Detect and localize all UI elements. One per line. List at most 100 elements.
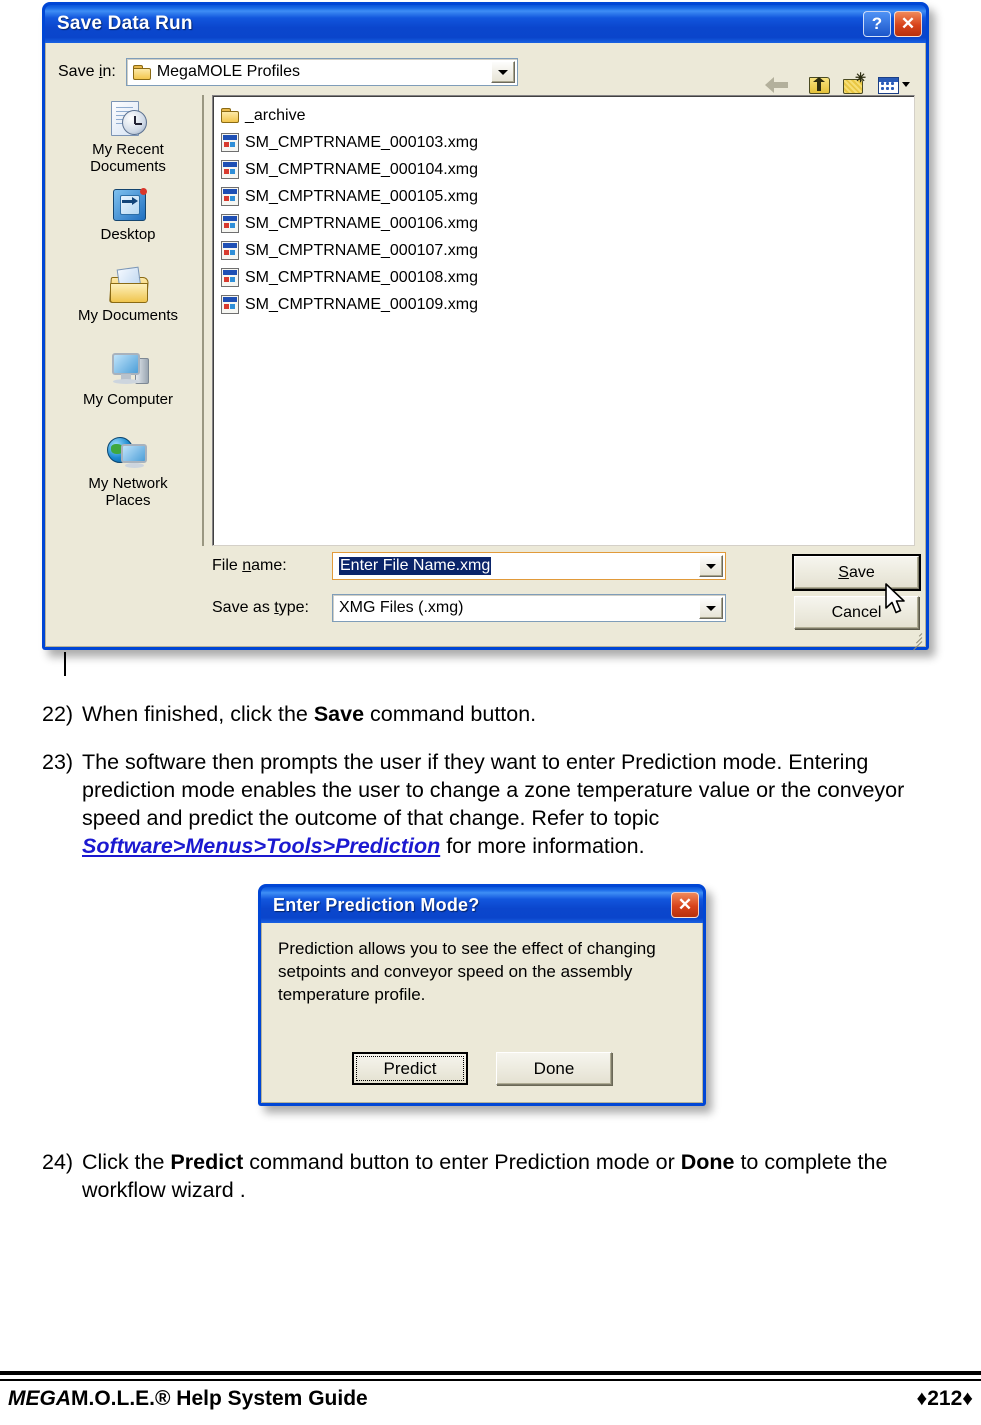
- footer-brand-italic: MEGA: [8, 1387, 71, 1410]
- folder-icon: [221, 108, 239, 123]
- list-item[interactable]: _archive: [217, 102, 910, 129]
- mouse-cursor: [885, 583, 905, 614]
- close-icon[interactable]: ✕: [671, 892, 699, 918]
- up-one-level-icon[interactable]: [807, 73, 833, 97]
- desktop-icon: [105, 184, 151, 226]
- step-24: 24) Click the Predict command button to …: [42, 1148, 972, 1204]
- save-dialog-titlebar[interactable]: Save Data Run ? ✕: [45, 5, 926, 43]
- predict-dialog-title: Enter Prediction Mode?: [273, 894, 480, 915]
- place-label-line2: Documents: [90, 157, 166, 175]
- recent-documents-icon: [105, 99, 151, 141]
- save-button-rest: ave: [848, 563, 875, 581]
- file-name-text: SM_CMPTRNAME_000105.xmg: [245, 187, 478, 205]
- step-23-c: for more information.: [440, 834, 645, 858]
- save-as-type-combobox[interactable]: XMG Files (.xmg): [332, 594, 726, 622]
- xmg-document-icon: [221, 187, 239, 206]
- list-item[interactable]: SM_CMPTRNAME_000106.xmg: [217, 210, 910, 237]
- resize-grip[interactable]: [908, 630, 923, 651]
- places-bar: My Recent Documents Desktop My Documents…: [54, 95, 204, 546]
- save-in-row: Save in: MegaMOLE Profiles ✳: [58, 57, 915, 94]
- footer-row: MEGAM.O.L.E.® Help System Guide ♦212♦: [0, 1387, 981, 1411]
- xmg-document-icon: [221, 295, 239, 314]
- step-22-bold: Save: [313, 702, 365, 726]
- file-name-input[interactable]: Enter File Name.xmg: [332, 552, 726, 580]
- close-icon[interactable]: ✕: [894, 11, 922, 37]
- step-24-bold-predict: Predict: [170, 1150, 244, 1174]
- place-label-line1: My Network: [88, 474, 168, 492]
- list-item[interactable]: SM_CMPTRNAME_000104.xmg: [217, 156, 910, 183]
- file-name-text: SM_CMPTRNAME_000109.xmg: [245, 295, 478, 313]
- save-as-type-value-wrap: XMG Files (.xmg): [333, 599, 699, 617]
- place-label-line1: Desktop: [100, 225, 156, 243]
- step-24-number: 24): [42, 1150, 74, 1174]
- page-footer: MEGAM.O.L.E.® Help System Guide ♦212♦: [0, 1363, 981, 1425]
- enter-prediction-mode-dialog: Enter Prediction Mode? ✕ Prediction allo…: [258, 884, 706, 1106]
- xmg-document-icon: [221, 133, 239, 152]
- step-22-a: When finished, click the: [82, 702, 314, 726]
- predict-button[interactable]: Predict: [352, 1052, 468, 1085]
- file-name-text: SM_CMPTRNAME_000104.xmg: [245, 160, 478, 178]
- chevron-down-icon[interactable]: [490, 61, 515, 83]
- new-folder-icon[interactable]: ✳: [842, 71, 868, 97]
- place-my-documents[interactable]: My Documents: [54, 265, 202, 325]
- prediction-topic-link[interactable]: Software>Menus>Tools>Prediction: [82, 834, 440, 858]
- my-documents-icon: [105, 265, 151, 307]
- my-computer-icon: [105, 349, 151, 391]
- save-data-run-dialog: Save Data Run ? ✕ Save in: MegaMOLE Prof…: [42, 2, 929, 651]
- place-my-computer[interactable]: My Computer: [54, 349, 202, 409]
- my-network-places-icon: [105, 433, 151, 475]
- file-list[interactable]: _archive SM_CMPTRNAME_000103.xmg SM_CMPT…: [212, 95, 915, 546]
- file-name-value: Enter File Name.xmg: [339, 557, 492, 575]
- footer-rule-thick: [0, 1371, 981, 1375]
- footer-brand: MEGAM.O.L.E.® Help System Guide: [8, 1387, 368, 1411]
- file-name-value-wrap: Enter File Name.xmg: [333, 557, 699, 575]
- done-button[interactable]: Done: [496, 1052, 612, 1085]
- save-button-accel: S: [838, 563, 849, 581]
- list-item[interactable]: SM_CMPTRNAME_000107.xmg: [217, 237, 910, 264]
- place-label-line1: My Recent: [92, 141, 164, 158]
- list-item[interactable]: SM_CMPTRNAME_000103.xmg: [217, 129, 910, 156]
- predict-dialog-body: Prediction allows you to see the effect …: [261, 923, 703, 1103]
- views-menu-icon[interactable]: [877, 73, 910, 97]
- chevron-down-icon[interactable]: [699, 597, 723, 619]
- xmg-document-icon: [221, 268, 239, 287]
- save-in-value: MegaMOLE Profiles: [156, 63, 300, 80]
- file-name-text: SM_CMPTRNAME_000103.xmg: [245, 133, 478, 151]
- list-item[interactable]: SM_CMPTRNAME_000105.xmg: [217, 183, 910, 210]
- list-item[interactable]: SM_CMPTRNAME_000108.xmg: [217, 264, 910, 291]
- step-24-c: command button to enter Prediction mode …: [243, 1150, 681, 1174]
- step-24-bold-done: Done: [680, 1150, 735, 1174]
- save-in-combobox[interactable]: MegaMOLE Profiles: [125, 58, 518, 86]
- place-label-line1: My Documents: [77, 307, 179, 325]
- step-23-text: The software then prompts the user if th…: [82, 748, 954, 860]
- save-in-accel: i: [98, 63, 103, 80]
- predict-button-label: Predict: [383, 1058, 437, 1078]
- place-label-line1: My Computer: [82, 391, 174, 409]
- place-my-network-places[interactable]: My Network Places: [54, 433, 202, 510]
- place-my-recent-documents[interactable]: My Recent Documents: [54, 99, 202, 176]
- save-as-type-accel: t: [274, 599, 279, 616]
- text-caret: [64, 652, 66, 676]
- help-button[interactable]: ?: [863, 11, 891, 37]
- step-22-number: 22): [42, 702, 74, 726]
- folder-icon: [132, 64, 151, 80]
- xmg-document-icon: [221, 160, 239, 179]
- back-arrow-icon[interactable]: [765, 73, 798, 97]
- save-dialog-body: Save in: MegaMOLE Profiles ✳ My Recent D: [45, 43, 926, 651]
- save-as-type-label: Save as type:: [212, 599, 309, 616]
- file-name-accel: n: [242, 557, 252, 574]
- list-item[interactable]: SM_CMPTRNAME_000109.xmg: [217, 291, 910, 318]
- predict-dialog-buttons: Predict Done: [262, 1052, 702, 1085]
- place-desktop[interactable]: Desktop: [54, 184, 202, 244]
- step-23-a: The software then prompts the user if th…: [82, 750, 905, 830]
- file-name-text: _archive: [245, 106, 306, 124]
- footer-brand-rest: M.O.L.E.® Help System Guide: [71, 1387, 368, 1410]
- file-name-text: SM_CMPTRNAME_000108.xmg: [245, 268, 478, 286]
- step-24-a: Click the: [82, 1150, 171, 1174]
- predict-dialog-titlebar[interactable]: Enter Prediction Mode? ✕: [261, 887, 703, 923]
- chevron-down-icon[interactable]: [699, 555, 723, 577]
- xmg-document-icon: [221, 214, 239, 233]
- step-23: 23) The software then prompts the user i…: [42, 748, 954, 860]
- predict-dialog-message: Prediction allows you to see the effect …: [278, 939, 656, 1004]
- step-22-text: When finished, click the Save command bu…: [82, 700, 942, 728]
